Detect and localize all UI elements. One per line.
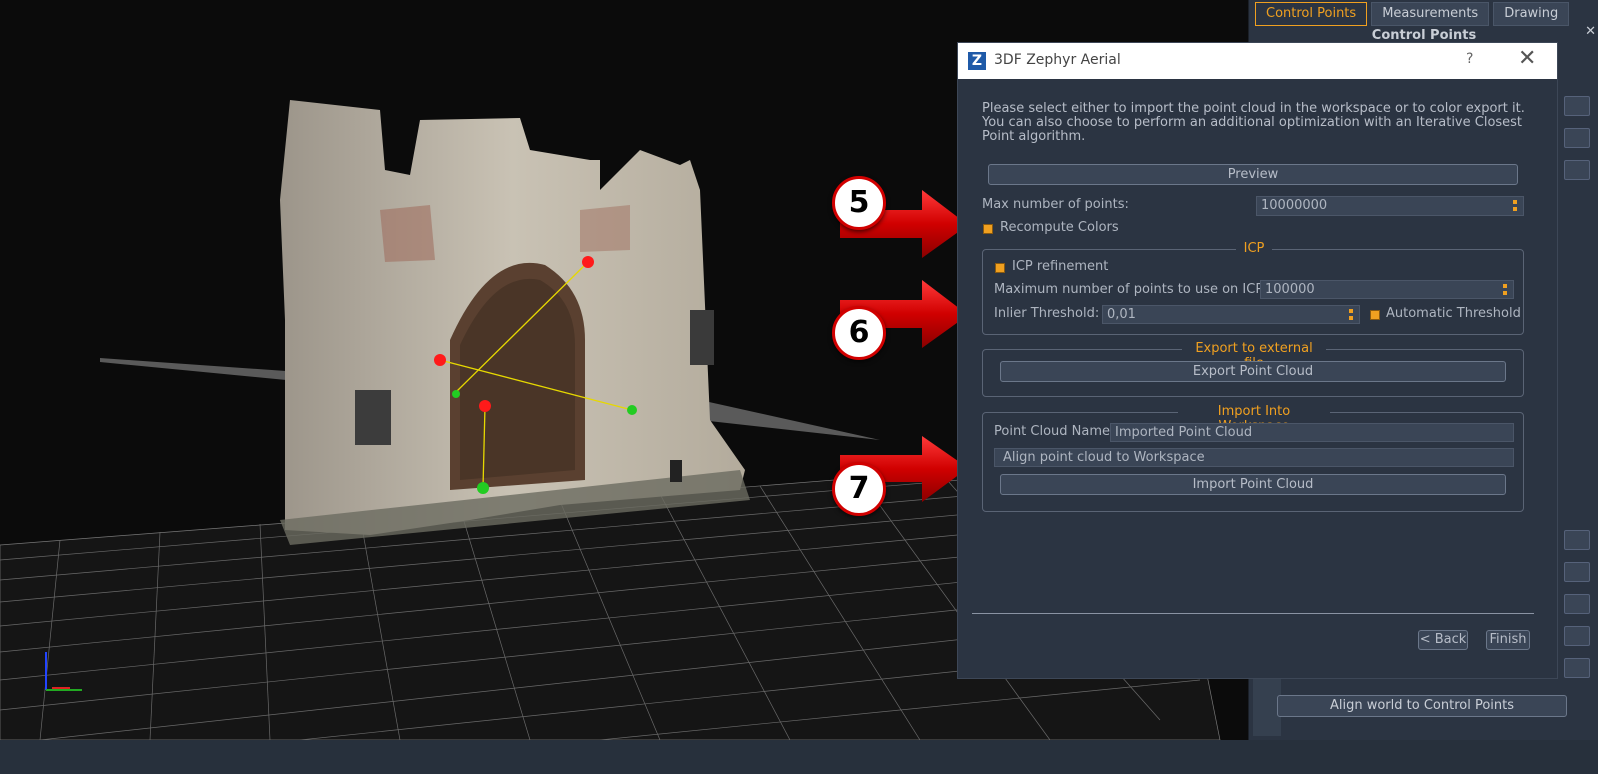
inlier-threshold-label: Inlier Threshold: xyxy=(994,306,1100,321)
inlier-threshold-value: 0,01 xyxy=(1107,307,1136,322)
panel-tabbar: Control Points Measurements Drawing xyxy=(1255,2,1570,26)
tab-measurements[interactable]: Measurements xyxy=(1371,2,1490,26)
panel-widget[interactable] xyxy=(1564,160,1590,180)
spinner-arrows-icon[interactable] xyxy=(1503,283,1509,297)
panel-widget[interactable] xyxy=(1564,626,1590,646)
tab-control-points[interactable]: Control Points xyxy=(1255,2,1368,26)
close-icon[interactable]: ✕ xyxy=(1518,46,1536,71)
inlier-threshold-field[interactable]: 0,01 xyxy=(1102,305,1360,324)
spinner-arrows-icon[interactable] xyxy=(1513,199,1519,213)
align-to-workspace-checkbox[interactable]: Align point cloud to Workspace xyxy=(994,448,1514,467)
app-logo-icon: Z xyxy=(968,52,986,70)
icp-refinement-checkbox[interactable] xyxy=(995,263,1005,273)
facade-point-cloud xyxy=(280,100,750,545)
icp-refinement-label: ICP refinement xyxy=(1012,259,1109,274)
align-world-button[interactable]: Align world to Control Points xyxy=(1277,695,1567,717)
icp-max-points-field[interactable]: 100000 xyxy=(1260,280,1514,299)
icp-group-title: ICP xyxy=(1236,241,1272,256)
max-points-label: Max number of points: xyxy=(982,197,1129,212)
panel-widget[interactable] xyxy=(1564,530,1590,550)
status-bar xyxy=(0,740,1598,774)
back-button[interactable]: < Back xyxy=(1418,630,1468,650)
panel-close-icon[interactable]: ✕ xyxy=(1585,24,1596,39)
help-icon[interactable]: ? xyxy=(1466,51,1473,67)
dialog-titlebar: Z 3DF Zephyr Aerial ? ✕ xyxy=(958,43,1557,79)
icp-max-points-label: Maximum number of points to use on ICP: xyxy=(994,282,1268,297)
max-points-value: 10000000 xyxy=(1261,198,1328,213)
point-cloud-name-label: Point Cloud Name xyxy=(994,424,1111,439)
spinner-arrows-icon[interactable] xyxy=(1349,308,1355,322)
icp-max-points-value: 100000 xyxy=(1265,282,1315,297)
dialog-title: 3DF Zephyr Aerial xyxy=(994,52,1121,68)
panel-title: Control Points xyxy=(1371,28,1477,43)
panel-widget[interactable] xyxy=(1564,96,1590,116)
callout-number: 7 xyxy=(832,462,886,516)
automatic-threshold-label: Automatic Threshold xyxy=(1386,306,1521,321)
finish-button[interactable]: Finish xyxy=(1486,630,1530,650)
panel-widget[interactable] xyxy=(1564,658,1590,678)
import-point-cloud-dialog: Z 3DF Zephyr Aerial ? ✕ Please select ei… xyxy=(957,42,1558,679)
export-point-cloud-button[interactable]: Export Point Cloud xyxy=(1000,361,1506,382)
preview-button[interactable]: Preview xyxy=(988,164,1518,185)
tab-drawing[interactable]: Drawing xyxy=(1493,2,1570,26)
panel-widget[interactable] xyxy=(1564,562,1590,582)
recompute-colors-label: Recompute Colors xyxy=(1000,220,1119,235)
max-points-field[interactable]: 10000000 xyxy=(1256,196,1524,216)
point-cloud-name-field[interactable]: Imported Point Cloud xyxy=(1110,423,1514,442)
callout-number: 5 xyxy=(832,176,886,230)
callout-number: 6 xyxy=(832,306,886,360)
panel-widget[interactable] xyxy=(1564,128,1590,148)
recompute-colors-checkbox[interactable] xyxy=(983,224,993,234)
automatic-threshold-checkbox[interactable] xyxy=(1370,310,1380,320)
dialog-separator xyxy=(972,613,1534,614)
dialog-description: Please select either to import the point… xyxy=(982,101,1525,144)
panel-widget[interactable] xyxy=(1564,594,1590,614)
import-point-cloud-button[interactable]: Import Point Cloud xyxy=(1000,474,1506,495)
